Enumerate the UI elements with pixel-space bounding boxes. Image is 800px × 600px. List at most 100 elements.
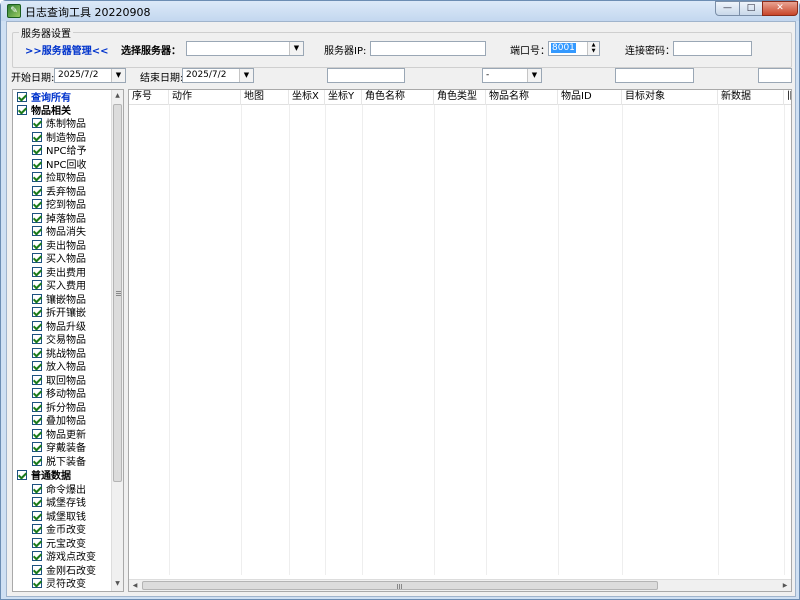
tree-group-items[interactable]: 物品相关 <box>17 105 71 118</box>
checkbox-checked-icon[interactable] <box>17 92 27 102</box>
scroll-down-icon[interactable]: ▼ <box>112 578 123 590</box>
checkbox-checked-icon[interactable] <box>32 388 42 398</box>
checkbox-checked-icon[interactable] <box>32 266 42 277</box>
tree-item[interactable]: 掉落物品 <box>32 212 86 226</box>
tree-item[interactable]: 城堡取钱 <box>32 510 86 524</box>
password-input[interactable] <box>673 41 752 56</box>
column-header[interactable]: 角色名称 <box>362 90 434 105</box>
chevron-down-icon[interactable]: ▼ <box>527 69 541 82</box>
checkbox-checked-icon[interactable] <box>32 483 42 494</box>
server-ip-input[interactable] <box>370 41 486 56</box>
tree-group-common[interactable]: 普通数据 <box>17 470 71 483</box>
checkbox-checked-icon[interactable] <box>32 524 42 534</box>
checkbox-checked-icon[interactable] <box>32 578 42 588</box>
tree-item[interactable]: NPC回收 <box>32 158 87 172</box>
checkbox-checked-icon[interactable] <box>32 347 42 358</box>
checkbox-checked-icon[interactable] <box>32 537 42 548</box>
maximize-button[interactable]: □ <box>739 1 763 16</box>
checkbox-checked-icon[interactable] <box>17 470 27 480</box>
checkbox-checked-icon[interactable] <box>32 172 42 182</box>
grid-horizontal-scrollbar[interactable]: ◀ ▶ <box>129 579 791 591</box>
tree-item[interactable]: 拆开镶嵌 <box>32 307 86 320</box>
checkbox-checked-icon[interactable] <box>32 158 42 169</box>
tree-item[interactable]: 穿戴装备 <box>32 442 86 455</box>
tree-item[interactable]: 灵符改变 <box>32 578 86 591</box>
tree-item[interactable]: 买入费用 <box>32 280 86 293</box>
checkbox-checked-icon[interactable] <box>32 212 42 223</box>
tree-item[interactable]: 卖出费用 <box>32 266 86 280</box>
checkbox-checked-icon[interactable] <box>32 551 42 561</box>
start-date-picker[interactable]: 2025/7/2 ▼ <box>54 68 126 83</box>
checkbox-checked-icon[interactable] <box>32 334 42 344</box>
checkbox-checked-icon[interactable] <box>17 105 27 115</box>
end-date-picker[interactable]: 2025/7/2 ▼ <box>182 68 254 83</box>
chevron-down-icon[interactable]: ▼ <box>289 42 303 55</box>
tree-item[interactable]: 制造物品 <box>32 131 86 145</box>
checkbox-checked-icon[interactable] <box>32 293 42 304</box>
minimize-button[interactable]: — <box>715 1 740 16</box>
tree-item-query-all[interactable]: 查询所有 <box>17 92 71 105</box>
tree-item[interactable]: 丢弃物品 <box>32 185 86 199</box>
checkbox-checked-icon[interactable] <box>32 455 42 466</box>
checkbox-checked-icon[interactable] <box>32 185 42 196</box>
checkbox-checked-icon[interactable] <box>32 118 42 128</box>
column-header[interactable]: 坐标X <box>289 90 325 105</box>
checkbox-checked-icon[interactable] <box>32 415 42 425</box>
checkbox-checked-icon[interactable] <box>32 510 42 521</box>
tree-vertical-scrollbar[interactable]: ▲ ▼ <box>111 90 123 591</box>
tree-item[interactable]: 物品消失 <box>32 226 86 239</box>
filter-text-input-1[interactable] <box>327 68 405 83</box>
column-header[interactable]: 物品ID <box>558 90 622 105</box>
tree-item[interactable]: 炼制物品 <box>32 118 86 131</box>
column-header[interactable]: 目标对象 <box>622 90 718 105</box>
filter-text-input-2[interactable] <box>615 68 694 83</box>
checkbox-checked-icon[interactable] <box>32 307 42 317</box>
spin-buttons[interactable]: ▲ ▼ <box>587 42 599 55</box>
column-header[interactable]: 地图 <box>241 90 289 105</box>
tree-item[interactable]: 卖出物品 <box>32 239 86 253</box>
tree-item[interactable]: 命令爆出 <box>32 483 86 497</box>
scroll-thumb[interactable] <box>142 581 658 590</box>
checkbox-checked-icon[interactable] <box>32 497 42 507</box>
tree-item[interactable]: 物品升级 <box>32 320 86 334</box>
checkbox-checked-icon[interactable] <box>32 145 42 155</box>
checkbox-checked-icon[interactable] <box>32 226 42 236</box>
column-header[interactable]: 物品名称 <box>486 90 558 105</box>
scroll-left-icon[interactable]: ◀ <box>129 580 141 591</box>
close-button[interactable]: ✕ <box>762 1 798 16</box>
checkbox-checked-icon[interactable] <box>32 199 42 209</box>
title-bar[interactable]: ✎ 日志查询工具 20220908 — □ ✕ <box>1 1 799 21</box>
tree-item[interactable]: NPC给予 <box>32 145 87 158</box>
tree-item[interactable]: 移动物品 <box>32 388 86 401</box>
tree-item[interactable]: 挖到物品 <box>32 199 86 212</box>
tree-item[interactable]: 买入物品 <box>32 253 86 266</box>
checkbox-checked-icon[interactable] <box>32 401 42 412</box>
column-header[interactable]: 新数据 <box>718 90 784 105</box>
checkbox-checked-icon[interactable] <box>32 564 42 575</box>
column-header[interactable]: 旧 <box>784 90 791 105</box>
checkbox-checked-icon[interactable] <box>32 320 42 331</box>
tree-item[interactable]: 脱下装备 <box>32 455 86 469</box>
tree-item[interactable]: 挑战物品 <box>32 347 86 361</box>
server-select[interactable]: ▼ <box>186 41 304 56</box>
tree-item[interactable]: 取回物品 <box>32 374 86 388</box>
tree-item[interactable]: 交易物品 <box>32 334 86 347</box>
checkbox-checked-icon[interactable] <box>32 374 42 385</box>
checkbox-checked-icon[interactable] <box>32 442 42 452</box>
filter-select[interactable]: - ▼ <box>482 68 542 83</box>
tree-item[interactable]: 镶嵌物品 <box>32 293 86 307</box>
tree-item[interactable]: 元宝改变 <box>32 537 86 551</box>
scroll-up-icon[interactable]: ▲ <box>112 90 123 102</box>
column-header[interactable]: 动作 <box>169 90 241 105</box>
tree-item[interactable]: 城堡存钱 <box>32 497 86 510</box>
checkbox-checked-icon[interactable] <box>32 253 42 263</box>
tree-item[interactable]: 游戏点改变 <box>32 551 96 564</box>
checkbox-checked-icon[interactable] <box>32 361 42 371</box>
column-header[interactable]: 角色类型 <box>434 90 486 105</box>
checkbox-checked-icon[interactable] <box>32 239 42 250</box>
filter-text-input-3[interactable] <box>758 68 792 83</box>
tree-item[interactable]: 叠加物品 <box>32 415 86 428</box>
scroll-thumb[interactable] <box>113 104 122 482</box>
column-header[interactable]: 序号 <box>129 90 169 105</box>
checkbox-checked-icon[interactable] <box>32 131 42 142</box>
